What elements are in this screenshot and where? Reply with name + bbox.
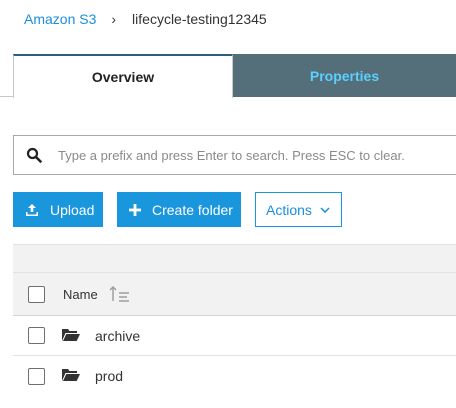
breadcrumb: Amazon S3 › lifecycle-testing12345 — [24, 9, 267, 29]
search-input[interactable] — [54, 140, 454, 170]
tab-bar-rule — [0, 96, 14, 97]
select-all-checkbox[interactable] — [28, 285, 45, 303]
breadcrumb-amazon-s3-link[interactable]: Amazon S3 — [24, 11, 96, 27]
table-row[interactable]: prod — [13, 356, 456, 396]
row-checkbox[interactable] — [28, 327, 45, 344]
upload-button[interactable]: Upload — [13, 192, 103, 227]
breadcrumb-current-bucket: lifecycle-testing12345 — [132, 11, 267, 27]
search-icon — [14, 136, 54, 174]
create-folder-button-label: Create folder — [152, 201, 233, 218]
breadcrumb-separator: › — [111, 11, 117, 27]
table-row[interactable]: archive — [13, 316, 456, 356]
folder-name-link[interactable]: archive — [95, 328, 140, 344]
sort-icon[interactable] — [109, 285, 131, 308]
tab-properties[interactable]: Properties — [233, 54, 456, 97]
upload-button-label: Upload — [50, 201, 95, 218]
create-folder-button[interactable]: Create folder — [117, 192, 241, 227]
actions-button-label: Actions — [266, 201, 312, 218]
tab-overview[interactable]: Overview — [13, 54, 233, 98]
table-toolbar-band — [13, 244, 456, 272]
row-checkbox[interactable] — [28, 367, 45, 385]
plus-icon — [129, 203, 141, 216]
folder-name-link[interactable]: prod — [95, 368, 123, 384]
chevron-down-icon — [320, 206, 330, 213]
search-box — [13, 135, 456, 175]
actions-dropdown-button[interactable]: Actions — [255, 192, 342, 227]
folder-icon — [62, 328, 80, 347]
column-header-name[interactable]: Name — [63, 287, 98, 302]
upload-icon — [25, 203, 39, 217]
folder-icon — [62, 368, 80, 387]
table-header-row: Name — [13, 272, 456, 316]
